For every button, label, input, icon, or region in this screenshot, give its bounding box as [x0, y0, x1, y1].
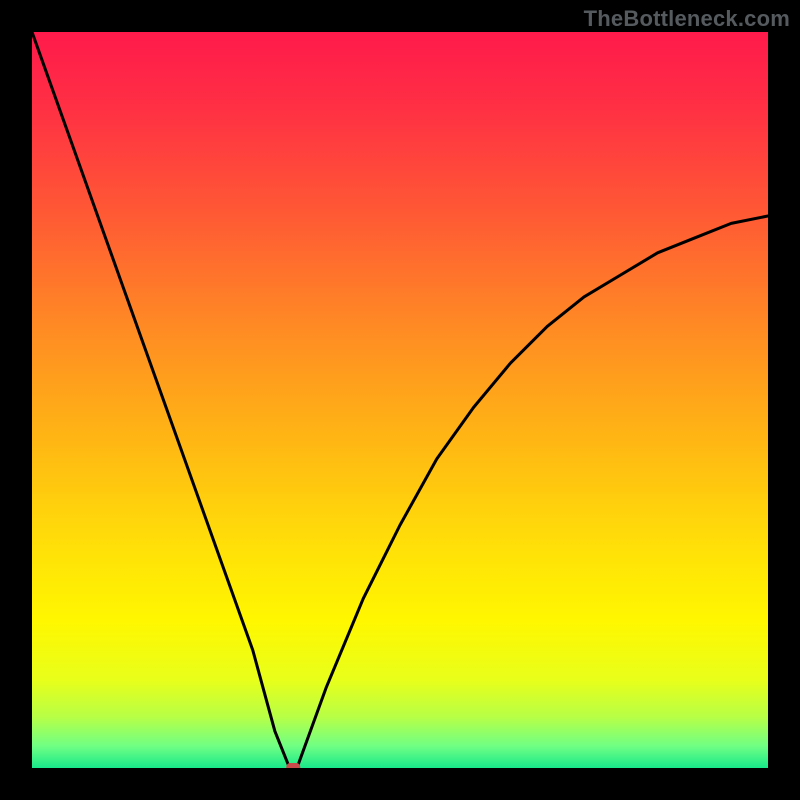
chart-svg — [32, 32, 768, 768]
chart-frame: TheBottleneck.com — [0, 0, 800, 800]
plot-area — [32, 32, 768, 768]
gradient-background — [32, 32, 768, 768]
optimum-marker — [286, 763, 300, 768]
watermark-text: TheBottleneck.com — [584, 6, 790, 32]
